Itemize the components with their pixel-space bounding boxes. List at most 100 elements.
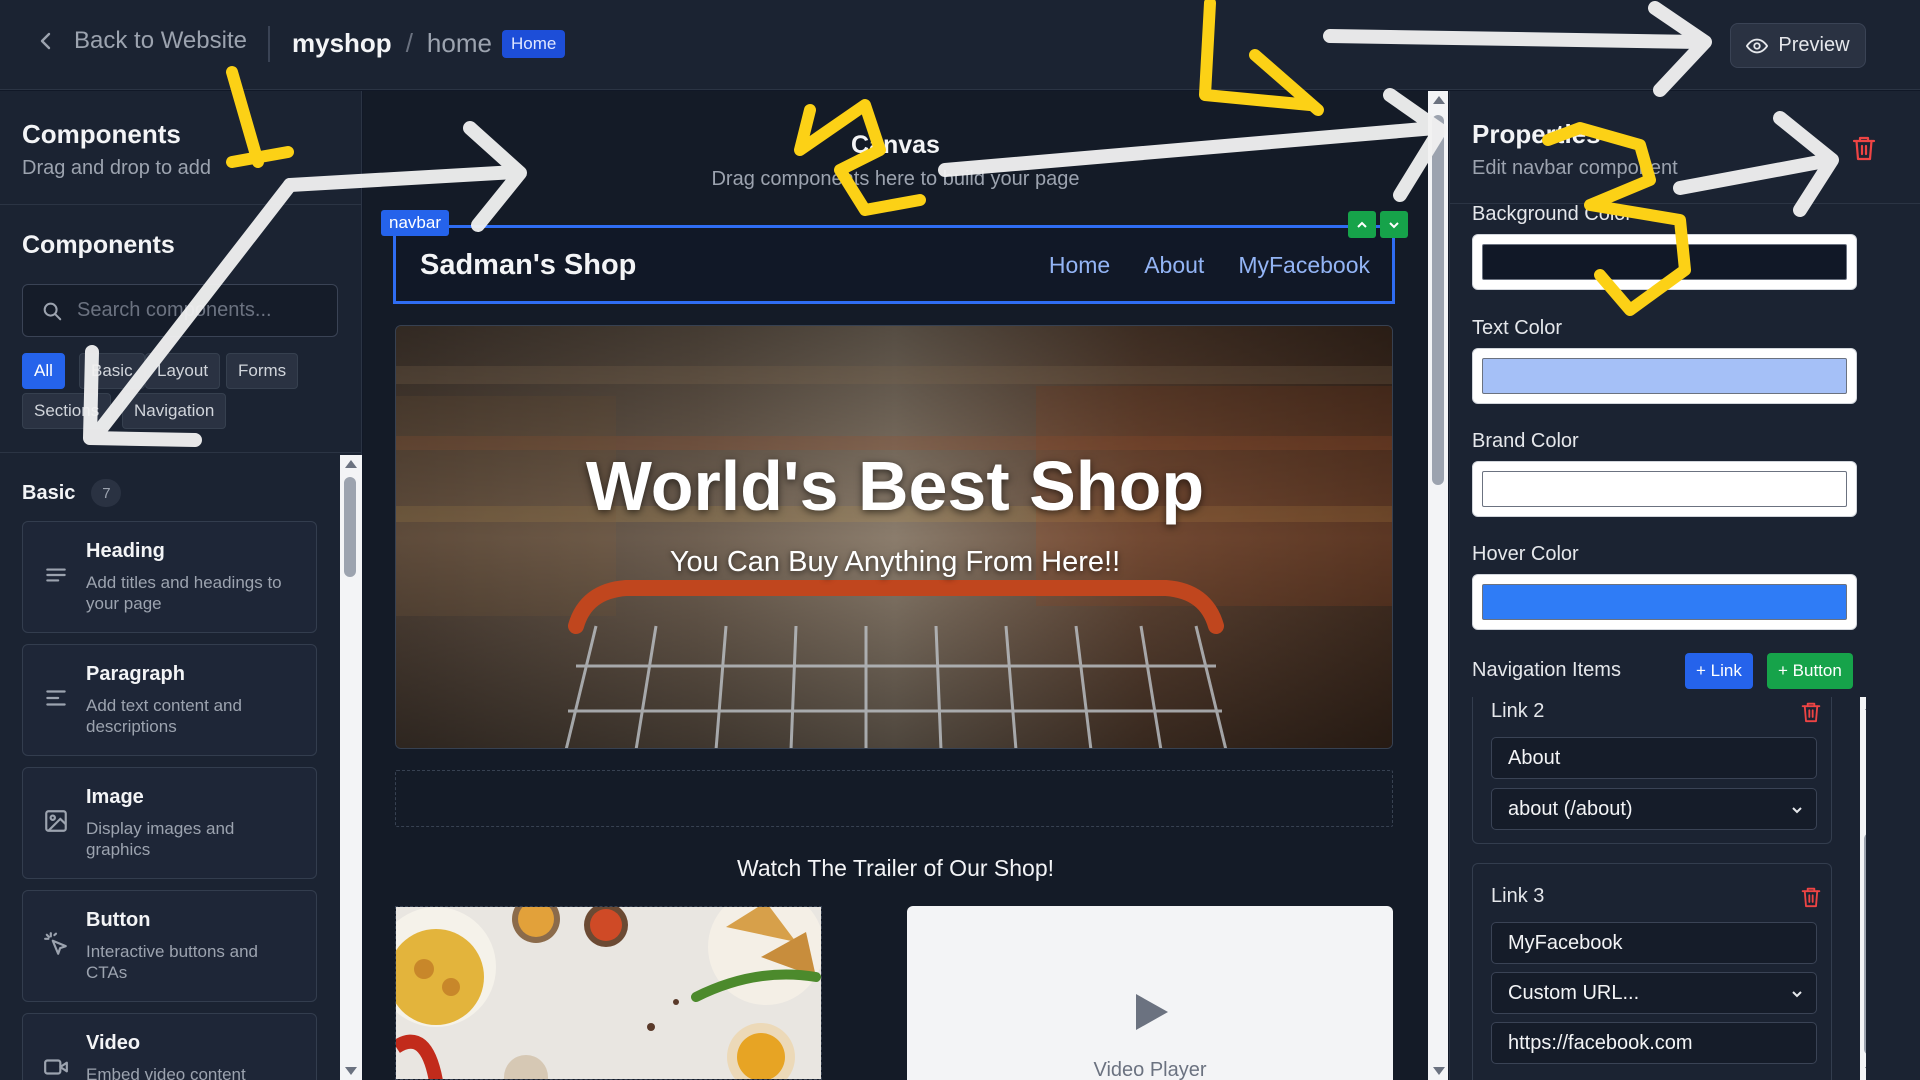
food-image[interactable] <box>395 906 822 1080</box>
navbar-component[interactable]: Sadman's Shop Home About MyFacebook <box>393 225 1395 304</box>
selected-component-tag: navbar <box>381 210 449 236</box>
scroll-down-icon[interactable] <box>1865 1067 1866 1075</box>
navbar-links: Home About MyFacebook <box>1049 252 1370 279</box>
nav-item-target-select[interactable]: about (/about) <box>1491 788 1817 830</box>
video-player[interactable]: Video Player <box>907 906 1393 1080</box>
group-count-badge: 7 <box>91 479 122 507</box>
nav-item-url-input[interactable]: https://facebook.com <box>1491 1022 1817 1064</box>
paragraph-icon <box>46 690 66 706</box>
canvas-scrollbar[interactable] <box>1428 91 1448 1080</box>
breadcrumb-page: home <box>426 28 492 58</box>
navbar-link-about[interactable]: About <box>1144 252 1204 279</box>
select-value: Custom URL... <box>1508 981 1640 1004</box>
components-heading: Components <box>22 231 175 259</box>
back-label: Back to Website <box>74 27 247 54</box>
group-label: Basic <box>22 481 76 504</box>
navbar-link-home[interactable]: Home <box>1049 252 1110 279</box>
move-down-button[interactable] <box>1380 211 1408 238</box>
chevron-down-icon <box>1792 807 1802 814</box>
nav-item-title: Link 3 <box>1491 885 1545 907</box>
card-title: Paragraph <box>86 663 185 685</box>
filter-layout[interactable]: Layout <box>145 353 221 389</box>
canvas-subtitle: Drag components here to build your page <box>711 168 1080 190</box>
filter-navigation[interactable]: Navigation <box>122 393 227 429</box>
card-title: Video <box>86 1032 141 1054</box>
breadcrumb-shop[interactable]: myshop <box>292 28 392 59</box>
select-value: about (/about) <box>1508 797 1633 820</box>
nav-item-text-input[interactable]: MyFacebook <box>1491 922 1817 964</box>
trash-icon[interactable] <box>1801 886 1821 908</box>
card-description: Display images and graphics <box>86 819 235 859</box>
background-color-label: Background Color <box>1472 203 1633 225</box>
card-title: Button <box>86 909 151 931</box>
trash-icon[interactable] <box>1801 701 1821 723</box>
search-icon <box>43 302 62 320</box>
navbar-brand[interactable]: Sadman's Shop <box>420 249 636 282</box>
swatch-fill <box>1482 244 1847 280</box>
scroll-up-icon[interactable] <box>345 460 357 468</box>
sidebar-scrollbar[interactable] <box>340 455 362 1080</box>
scroll-down-icon[interactable] <box>345 1067 357 1075</box>
hero-subtitle[interactable]: You Can Buy Anything From Here!! <box>396 546 1392 579</box>
eye-icon <box>1746 38 1769 53</box>
nav-items-scrollbar[interactable] <box>1860 697 1866 1080</box>
component-card-heading[interactable]: Heading Add titles and headings to your … <box>22 521 317 633</box>
filter-all[interactable]: All <box>22 353 65 389</box>
move-up-button[interactable] <box>1348 211 1376 238</box>
trash-icon[interactable] <box>1852 135 1876 161</box>
component-card-paragraph[interactable]: Paragraph Add text content and descripti… <box>22 644 317 756</box>
trailer-heading[interactable]: Watch The Trailer of Our Shop! <box>363 855 1428 882</box>
chevron-down-icon <box>1792 991 1802 998</box>
canvas[interactable]: Canvas Drag components here to build you… <box>363 91 1428 1080</box>
hover-color-picker[interactable] <box>1472 574 1857 630</box>
search-input[interactable] <box>77 299 317 322</box>
card-title: Image <box>86 786 144 808</box>
swatch-fill <box>1482 584 1847 620</box>
heading-icon <box>46 568 66 582</box>
back-to-website-link[interactable]: Back to Website <box>34 27 247 55</box>
preview-label: Preview <box>1778 34 1850 56</box>
divider <box>0 204 361 205</box>
scroll-up-icon[interactable] <box>1433 96 1445 104</box>
preview-button[interactable]: Preview <box>1730 23 1866 68</box>
text-color-picker[interactable] <box>1472 348 1857 404</box>
navbar-link-myfacebook[interactable]: MyFacebook <box>1238 252 1370 279</box>
scroll-thumb[interactable] <box>344 477 356 577</box>
chevron-down-icon <box>1389 221 1399 228</box>
nav-item-title: Link 2 <box>1491 700 1545 722</box>
empty-drop-zone[interactable] <box>395 770 1393 827</box>
add-link-button[interactable]: + Link <box>1685 653 1753 689</box>
properties-panel: Properties Edit navbar component Backgro… <box>1449 91 1920 1080</box>
filter-forms[interactable]: Forms <box>226 353 299 389</box>
play-icon[interactable] <box>1136 994 1168 1030</box>
add-button-button[interactable]: + Button <box>1767 653 1853 689</box>
sidebar-title: Components <box>22 119 181 149</box>
search-box[interactable] <box>22 284 338 337</box>
filter-basic[interactable]: Basic <box>79 353 145 389</box>
scroll-thumb[interactable] <box>1864 833 1866 1055</box>
component-card-video[interactable]: Video Embed video content <box>22 1013 317 1080</box>
filter-sections[interactable]: Sections <box>22 393 112 429</box>
card-description: Embed video content <box>86 1065 246 1080</box>
brand-color-picker[interactable] <box>1472 461 1857 517</box>
food-image-graphic <box>396 907 821 1079</box>
group-basic[interactable]: Basic 7 <box>22 479 122 507</box>
hero-title[interactable]: World's Best Shop <box>396 446 1392 526</box>
top-bar: Back to Website myshop / home Home Previ… <box>0 0 1920 90</box>
card-description: Interactive buttons and CTAs <box>86 942 259 982</box>
scroll-down-icon[interactable] <box>1433 1067 1445 1075</box>
card-title: Heading <box>86 540 165 562</box>
component-card-button[interactable]: Button Interactive buttons and CTAs <box>22 890 317 1002</box>
component-card-image[interactable]: Image Display images and graphics <box>22 767 317 879</box>
nav-item-text-input[interactable]: About <box>1491 737 1817 779</box>
nav-item-target-select[interactable]: Custom URL... <box>1491 972 1817 1014</box>
scroll-thumb[interactable] <box>1432 115 1444 485</box>
video-icon <box>44 1059 68 1075</box>
swatch-fill <box>1482 471 1847 507</box>
background-color-picker[interactable] <box>1472 234 1857 290</box>
scroll-up-icon[interactable] <box>1865 702 1866 710</box>
navigation-items-label: Navigation Items <box>1472 659 1621 681</box>
video-label: Video Player <box>1093 1059 1207 1080</box>
hero-section[interactable]: World's Best Shop You Can Buy Anything F… <box>395 325 1393 749</box>
properties-title: Properties <box>1472 119 1601 149</box>
